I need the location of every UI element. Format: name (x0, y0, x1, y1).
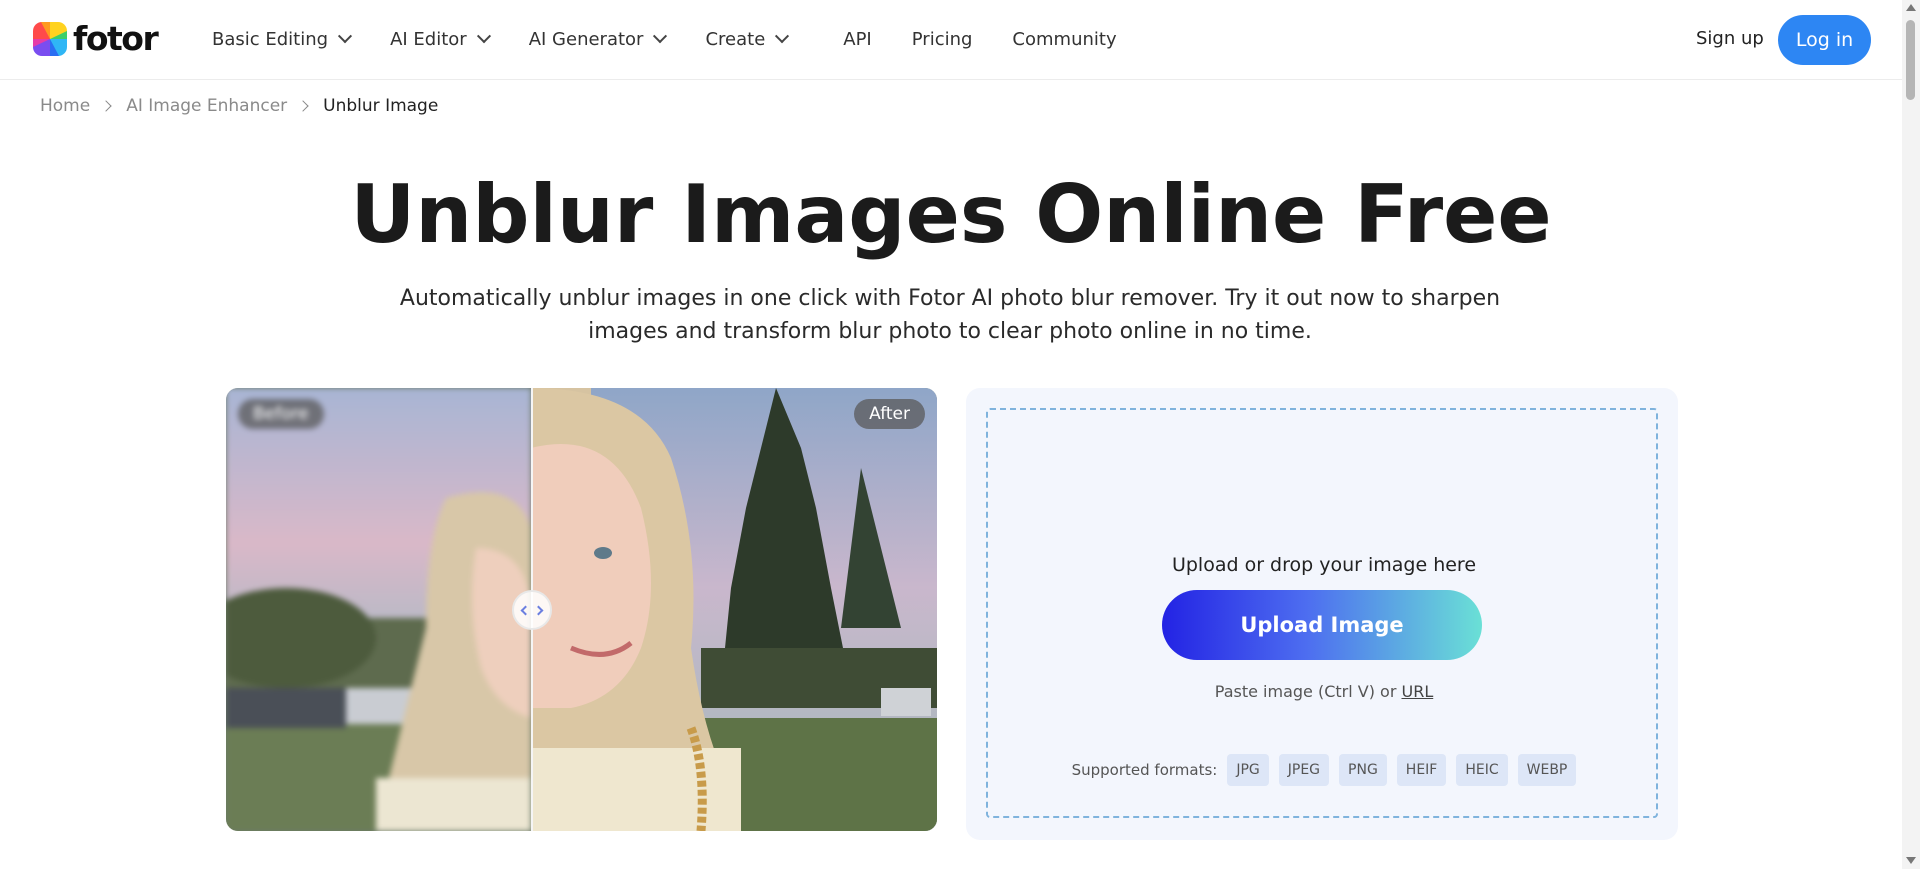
chevron-left-icon (520, 605, 531, 615)
nav-ai-editor[interactable]: AI Editor (390, 28, 491, 50)
nav-label: Pricing (911, 28, 973, 50)
logo-wordmark: fotor (73, 19, 159, 58)
page-title: Unblur Images Online Free (350, 168, 1552, 261)
nav-label: Create (705, 28, 766, 50)
upload-prompt: Upload or drop your image here (1171, 554, 1477, 576)
scroll-up-arrow-icon[interactable] (1906, 4, 1916, 11)
chevron-down-icon (476, 29, 491, 44)
log-in-button[interactable]: Log in (1778, 15, 1871, 65)
chevron-right-icon (533, 605, 544, 615)
chevron-down-icon (653, 29, 668, 44)
formats-label: Supported formats: (1071, 761, 1218, 779)
format-badge: PNG (1339, 754, 1387, 786)
nav-basic-editing[interactable]: Basic Editing (212, 28, 353, 50)
scroll-down-arrow-icon[interactable] (1906, 857, 1916, 864)
page-scrollbar[interactable] (1902, 0, 1920, 869)
after-label: After (854, 399, 925, 429)
breadcrumb-current: Unblur Image (323, 96, 439, 116)
paste-hint: Paste image (Ctrl V) or URL (988, 682, 1660, 701)
upload-panel: Upload or drop your image here Upload Im… (966, 388, 1678, 840)
image-dropzone[interactable]: Upload or drop your image here Upload Im… (986, 408, 1658, 818)
nav-label: Community (1012, 28, 1117, 50)
supported-formats: Supported formats: JPG JPEG PNG HEIF HEI… (988, 754, 1660, 786)
format-badge: WEBP (1517, 754, 1577, 786)
nav-community[interactable]: Community (1012, 29, 1116, 50)
breadcrumb-ai-image-enhancer[interactable]: AI Image Enhancer (126, 96, 287, 116)
fotor-logo[interactable]: fotor (33, 19, 159, 58)
chevron-right-icon (100, 100, 112, 112)
before-label: Before (238, 399, 324, 429)
breadcrumb-home[interactable]: Home (40, 96, 90, 116)
nav-ai-generator[interactable]: AI Generator (528, 28, 668, 50)
main-nav: Basic Editing AI Editor AI Generator Cre… (212, 0, 1157, 78)
nav-label: AI Editor (390, 28, 467, 50)
upload-image-button[interactable]: Upload Image (1162, 590, 1482, 660)
before-image: Before (226, 388, 531, 831)
url-link[interactable]: URL (1401, 682, 1433, 701)
breadcrumb: Home AI Image Enhancer Unblur Image (40, 96, 438, 116)
sign-up-link[interactable]: Sign up (1696, 28, 1764, 49)
paste-hint-text: Paste image (Ctrl V) or (1214, 682, 1402, 701)
before-after-comparison[interactable]: Before After (226, 388, 937, 831)
nav-label: Basic Editing (212, 28, 329, 50)
top-navbar: fotor Basic Editing AI Editor AI Generat… (0, 0, 1902, 80)
compare-slider-handle[interactable] (512, 590, 552, 630)
page-subtitle: Automatically unblur images in one click… (399, 286, 1501, 344)
format-badge: HEIC (1456, 754, 1508, 786)
nav-api[interactable]: API (843, 29, 871, 50)
fotor-logo-icon (33, 22, 67, 56)
nav-label: API (843, 28, 872, 50)
nav-create[interactable]: Create (705, 28, 790, 50)
chevron-right-icon (297, 100, 309, 112)
chevron-down-icon (775, 29, 790, 44)
format-badge: HEIF (1396, 754, 1447, 786)
nav-label: AI Generator (528, 28, 644, 50)
format-badge: JPEG (1278, 754, 1330, 786)
chevron-down-icon (338, 29, 353, 44)
nav-pricing[interactable]: Pricing (912, 29, 973, 50)
format-badge: JPG (1227, 754, 1269, 786)
scrollbar-thumb[interactable] (1906, 20, 1915, 100)
after-image: After (531, 388, 937, 831)
